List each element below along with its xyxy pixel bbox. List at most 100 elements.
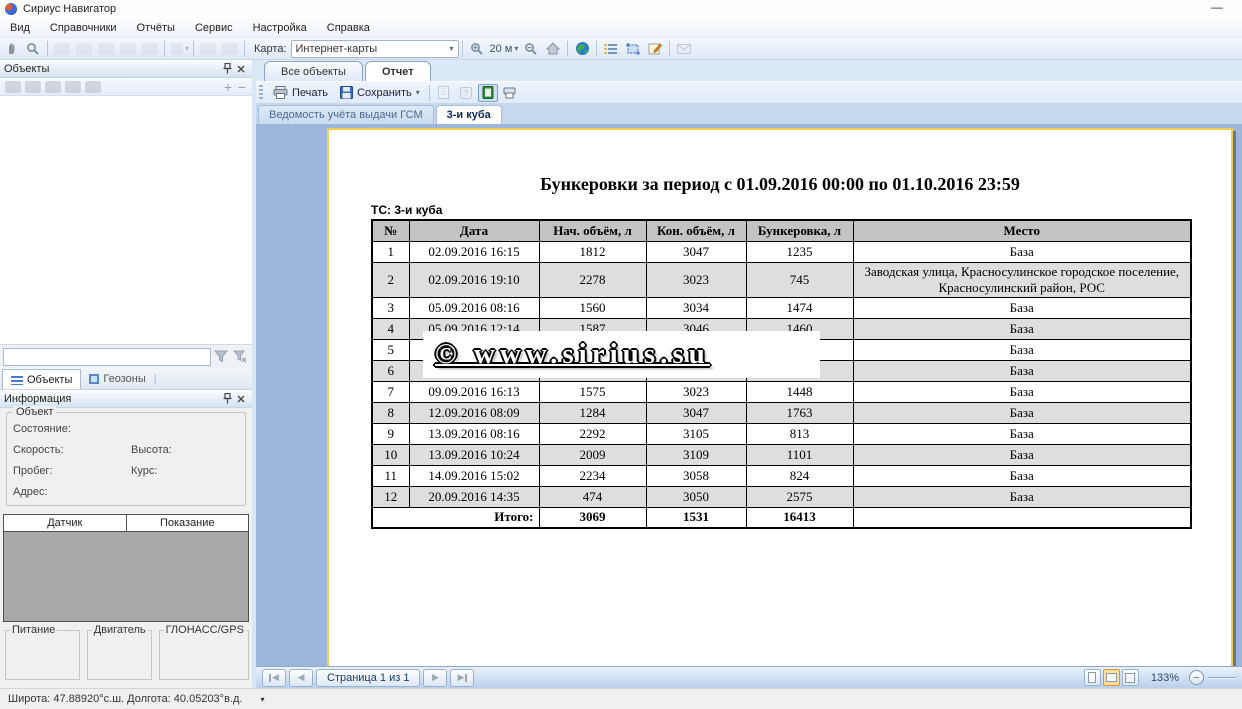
zoom-tool-icon[interactable]	[23, 40, 43, 58]
cell-place: База	[853, 465, 1191, 486]
menu-help[interactable]: Справка	[317, 18, 380, 37]
speed-label: Скорость:	[13, 444, 131, 456]
report-view-icon[interactable]	[478, 84, 498, 102]
list-icon[interactable]	[601, 40, 621, 58]
page-indicator: Страница 1 из 1	[316, 669, 420, 687]
object-groupbox: Объект Состояние: Скорость: Высота: Проб…	[6, 412, 246, 506]
scale-selector[interactable]: 20 м ▾	[490, 43, 519, 55]
cell-place: База	[853, 423, 1191, 444]
object-group-label: Объект	[13, 406, 56, 418]
tab-all-objects[interactable]: Все объекты	[264, 61, 363, 81]
report-table-row: 913.09.2016 08:1622923105813База	[372, 423, 1191, 444]
cell-start: 2292	[539, 423, 646, 444]
cell-bunker: 1763	[746, 402, 853, 423]
filter-input[interactable]	[3, 348, 211, 366]
tab-objects[interactable]: Объекты	[2, 369, 81, 389]
fit-width-view-button[interactable]	[1103, 669, 1120, 686]
home-icon[interactable]	[543, 40, 563, 58]
power-groupbox: Питание	[5, 630, 80, 680]
cell-end: 3023	[646, 262, 746, 297]
cell-num: 3	[372, 297, 409, 318]
cell-end: 3109	[646, 444, 746, 465]
cell-start: 1575	[539, 381, 646, 402]
layers-icon[interactable]: ▾	[169, 40, 189, 58]
col-date: Дата	[409, 220, 539, 241]
map-select[interactable]: Интернет-карты ▾	[291, 40, 459, 58]
rect-geozone-icon[interactable]	[118, 40, 138, 58]
zoom-out-icon[interactable]	[521, 40, 541, 58]
cell-place: Заводская улица, Красносулинское городск…	[853, 262, 1191, 297]
save-dropdown-icon[interactable]: ▾	[416, 88, 420, 97]
help-icon[interactable]: ?	[456, 84, 476, 102]
watermark: © www.sirius.su	[423, 331, 820, 378]
flag-icon[interactable]	[140, 40, 160, 58]
tab-3i-kuba[interactable]: 3-и куба	[436, 105, 502, 124]
show-on-map-icon[interactable]	[45, 81, 61, 93]
zoom-slider[interactable]	[1208, 677, 1236, 679]
filter-clear-icon[interactable]	[233, 350, 249, 364]
cell-end: 3047	[646, 241, 746, 262]
menu-settings[interactable]: Настройка	[243, 18, 317, 37]
glonass-label: ГЛОНАСС/GPS	[164, 624, 246, 636]
page-setup-icon[interactable]	[434, 84, 454, 102]
close-icon[interactable]	[234, 392, 248, 406]
save-button[interactable]: Сохранить ▾	[334, 83, 426, 103]
next-page-button[interactable]: ▶	[423, 669, 447, 687]
col-num: №	[372, 220, 409, 241]
menu-view[interactable]: Вид	[0, 18, 40, 37]
pin-icon[interactable]	[220, 392, 234, 406]
collapse-all-icon[interactable]: −	[235, 81, 249, 93]
follow-icon[interactable]	[85, 81, 101, 93]
binoculars-icon[interactable]	[25, 81, 41, 93]
info-panel-title: Информация	[4, 393, 220, 405]
toolbar-grip	[259, 85, 263, 101]
vehicle-icon[interactable]	[65, 81, 81, 93]
zoom-in-icon[interactable]	[467, 40, 487, 58]
cell-num: 6	[372, 360, 409, 381]
pan-hand-icon[interactable]	[1, 40, 21, 58]
coordinates-text: Широта: 47.88920°с.ш. Долгота: 40.05203°…	[8, 693, 242, 705]
totals-end: 1531	[646, 507, 746, 528]
close-icon[interactable]	[234, 62, 248, 76]
report-viewport[interactable]: Бункеровки за период с 01.09.2016 00:00 …	[256, 124, 1242, 666]
globe-icon[interactable]	[572, 40, 592, 58]
status-dropdown-icon[interactable]: ▾	[260, 695, 264, 704]
selection-area-icon[interactable]	[623, 40, 643, 58]
cell-end: 3050	[646, 486, 746, 507]
cell-start: 1812	[539, 241, 646, 262]
select-polygon-icon[interactable]	[74, 40, 94, 58]
add-vehicle-icon[interactable]	[5, 81, 21, 93]
single-page-view-button[interactable]	[1084, 669, 1101, 686]
first-page-button[interactable]: ◀	[262, 669, 286, 687]
tab-report[interactable]: Отчет	[365, 61, 431, 81]
save-icon	[340, 86, 353, 99]
menu-directories[interactable]: Справочники	[40, 18, 127, 37]
multi-page-view-button[interactable]	[1122, 669, 1139, 686]
minimize-button[interactable]: —	[1206, 1, 1228, 16]
last-page-button[interactable]: ▶	[450, 669, 474, 687]
menu-service[interactable]: Сервис	[185, 18, 243, 37]
print-preview-icon[interactable]	[500, 84, 520, 102]
tab-geozones[interactable]: Геозоны	[81, 369, 153, 389]
report-title: Бункеровки за период с 01.09.2016 00:00 …	[329, 174, 1231, 195]
tab-gsm-ledger[interactable]: Ведомость учёта выдачи ГСМ	[258, 105, 434, 124]
expand-all-icon[interactable]: +	[221, 81, 235, 93]
filter-apply-icon[interactable]	[214, 350, 230, 364]
select-map-area-icon[interactable]	[52, 40, 72, 58]
cell-bunker: 745	[746, 262, 853, 297]
pin-icon[interactable]	[220, 62, 234, 76]
objects-list[interactable]	[0, 96, 252, 345]
cell-start: 2234	[539, 465, 646, 486]
mail-icon[interactable]	[674, 40, 694, 58]
edit-note-icon[interactable]	[645, 40, 665, 58]
circle-geozone-icon[interactable]	[96, 40, 116, 58]
course-label: Курс:	[131, 465, 157, 477]
zoom-out-button[interactable]: −	[1189, 670, 1204, 685]
print-button[interactable]: Печать	[267, 83, 334, 103]
previous-page-button[interactable]: ◀	[289, 669, 313, 687]
menu-reports[interactable]: Отчёты	[127, 18, 185, 37]
cell-place: База	[853, 297, 1191, 318]
track-icon[interactable]	[220, 40, 240, 58]
chevron-down-icon: ▾	[514, 44, 518, 53]
ruler-icon[interactable]	[198, 40, 218, 58]
